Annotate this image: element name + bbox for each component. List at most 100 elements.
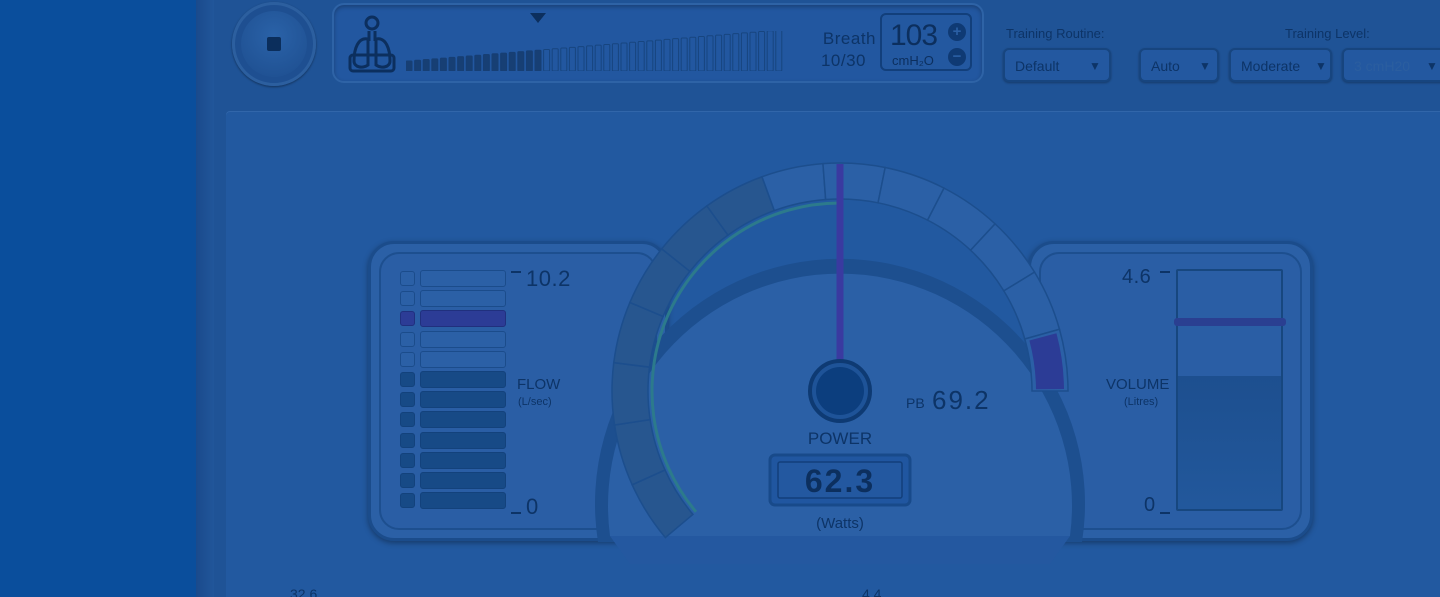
chevron-down-icon: ▼ bbox=[1199, 59, 1211, 73]
training-pressure-value: 3 cmH20 bbox=[1354, 58, 1411, 74]
breath-meter-bar bbox=[586, 45, 594, 71]
breath-meter-bar bbox=[500, 52, 508, 71]
training-level-dropdown[interactable]: Moderate ▼ bbox=[1229, 48, 1332, 82]
training-routine-dropdown[interactable]: Default ▼ bbox=[1003, 48, 1111, 82]
breath-meter-bar bbox=[568, 46, 576, 71]
breath-meter-bar bbox=[620, 42, 628, 71]
flow-bar-row bbox=[398, 270, 508, 287]
breath-meter-bar bbox=[439, 57, 447, 71]
flow-bar-row bbox=[398, 290, 508, 308]
flow-bar-indicator bbox=[400, 291, 415, 307]
gauge-base bbox=[610, 536, 1070, 564]
breath-meter-bar bbox=[749, 31, 757, 71]
breath-label: Breath bbox=[822, 29, 876, 48]
breath-meter-bar bbox=[414, 59, 422, 71]
breath-meter-bar bbox=[611, 43, 619, 71]
breath-count: 10/30 bbox=[820, 51, 866, 70]
breath-meter-bar bbox=[732, 33, 740, 71]
breath-meter-bar bbox=[406, 60, 413, 71]
training-routine-label: Training Routine: bbox=[1006, 26, 1105, 41]
breath-meter-bar bbox=[603, 43, 611, 71]
training-routine-value: Default bbox=[1015, 58, 1060, 74]
flow-bar-indicator bbox=[400, 271, 415, 286]
breath-meter-bar bbox=[715, 34, 723, 71]
breath-meter-bar bbox=[654, 39, 662, 71]
flow-bar-segment bbox=[420, 391, 506, 409]
breath-meter-bar bbox=[543, 48, 551, 71]
flow-bar-indicator bbox=[400, 473, 415, 488]
breath-meter-bar bbox=[508, 51, 516, 71]
app-edge bbox=[196, 0, 214, 597]
breath-meter-bar bbox=[577, 46, 585, 71]
breath-meter-bar bbox=[689, 36, 697, 71]
training-mode-dropdown[interactable]: Auto ▼ bbox=[1139, 48, 1219, 82]
chevron-down-icon: ▼ bbox=[1426, 59, 1438, 73]
breath-panel: Breath 10/30 103 cmH₂O + − bbox=[332, 3, 984, 83]
flow-bar-indicator bbox=[400, 372, 415, 387]
flow-bar-indicator bbox=[400, 392, 415, 408]
pressure-value: 103 bbox=[890, 19, 938, 52]
flow-bar-row bbox=[398, 472, 508, 489]
increase-pressure-button[interactable]: + bbox=[948, 23, 966, 41]
breath-meter-bar bbox=[431, 58, 439, 71]
bottom-left-value: 32.6 bbox=[290, 586, 318, 597]
flow-bar-row bbox=[398, 492, 508, 510]
training-pressure-dropdown[interactable]: 3 cmH20 ▼ bbox=[1342, 48, 1440, 82]
breath-meter-bar bbox=[740, 32, 748, 71]
breath-meter-bar bbox=[491, 53, 499, 71]
breath-meter-bar bbox=[448, 56, 456, 71]
breath-meter-bar bbox=[482, 54, 490, 71]
volume-max-tick bbox=[1160, 271, 1170, 273]
gauge-value: 62.3 bbox=[805, 463, 875, 499]
breath-meter-bar bbox=[775, 31, 783, 71]
volume-min-tick bbox=[1160, 512, 1170, 514]
flow-bar-indicator bbox=[400, 432, 415, 448]
breath-meter-bar bbox=[465, 55, 473, 71]
breath-meter-bar bbox=[766, 31, 774, 71]
volume-tube bbox=[1176, 269, 1283, 511]
gauge-title: POWER bbox=[808, 429, 872, 448]
flow-bar-row bbox=[398, 451, 508, 469]
power-gauge: POWER 62.3 (Watts) PB 69.2 bbox=[595, 162, 1085, 564]
flow-bar-indicator bbox=[400, 311, 415, 327]
bottom-mid-value: 4.4 bbox=[862, 586, 882, 597]
flow-bar-segment bbox=[420, 431, 506, 449]
flow-bar-indicator bbox=[400, 412, 415, 428]
flow-bar-indicator bbox=[400, 351, 415, 367]
pb-value: 69.2 bbox=[932, 385, 991, 415]
flow-max-value: 10.2 bbox=[526, 266, 571, 291]
triangle-marker-icon bbox=[530, 13, 546, 23]
breath-meter-bar bbox=[517, 51, 525, 71]
breath-meter-bar bbox=[697, 36, 705, 71]
pressure-unit: cmH₂O bbox=[892, 53, 934, 68]
pb-label: PB bbox=[906, 395, 925, 411]
gauge-hub-inner bbox=[816, 367, 864, 415]
flow-bar-segment bbox=[420, 350, 506, 368]
flow-bar-segment bbox=[420, 330, 506, 348]
decrease-pressure-button[interactable]: − bbox=[948, 48, 966, 66]
flow-min-tick bbox=[511, 512, 521, 514]
volume-fill bbox=[1178, 376, 1281, 509]
gauge-segment bbox=[822, 162, 887, 204]
flow-bar-row bbox=[398, 431, 508, 449]
stop-button[interactable] bbox=[232, 2, 316, 86]
breath-meter-bar bbox=[629, 41, 637, 71]
breath-meter bbox=[406, 31, 783, 71]
breath-meter-bar bbox=[758, 31, 766, 71]
flow-bar-row bbox=[398, 371, 508, 388]
breath-meter-bar bbox=[422, 59, 430, 71]
breath-meter-bar bbox=[525, 50, 533, 71]
flow-bar-segment bbox=[420, 451, 506, 469]
flow-min-value: 0 bbox=[526, 494, 539, 519]
flow-bar-segment bbox=[420, 472, 506, 489]
flow-bar-segment bbox=[420, 290, 506, 308]
breath-meter-bar bbox=[672, 38, 680, 71]
flow-bar-row bbox=[398, 411, 508, 429]
flow-bar-segment bbox=[420, 411, 506, 429]
breath-meter-bar bbox=[560, 47, 568, 71]
breath-meter-bar bbox=[457, 56, 465, 71]
flow-bar-segment bbox=[420, 371, 506, 388]
stop-icon bbox=[267, 37, 281, 51]
breath-meter-bar bbox=[663, 38, 671, 71]
lungs-icon bbox=[348, 15, 396, 73]
